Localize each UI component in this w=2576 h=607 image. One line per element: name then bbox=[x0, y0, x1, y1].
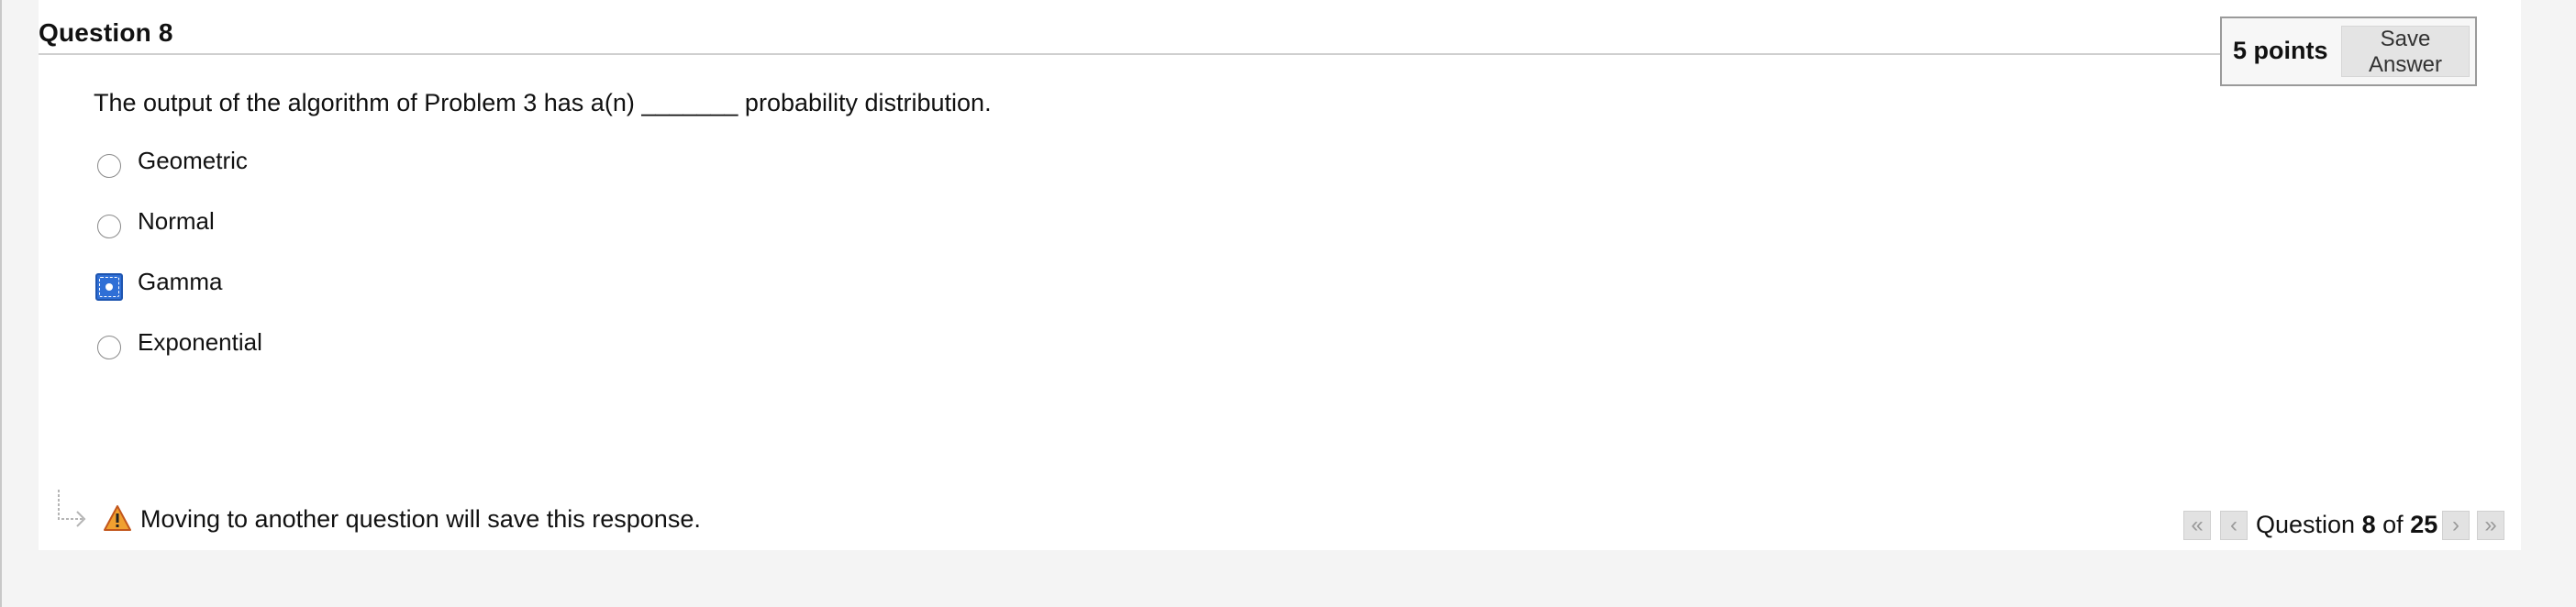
save-answer-button[interactable]: Save Answer bbox=[2341, 26, 2470, 77]
title-divider bbox=[39, 53, 2222, 55]
option-label[interactable]: Exponential bbox=[138, 328, 262, 357]
current-question-number: 8 bbox=[2361, 511, 2376, 538]
previous-question-button[interactable]: ‹ bbox=[2220, 511, 2248, 540]
radio-button[interactable] bbox=[97, 215, 121, 238]
question-title: Question 8 bbox=[39, 18, 173, 47]
question-text: The output of the algorithm of Problem 3… bbox=[94, 89, 992, 116]
total-questions: 25 bbox=[2410, 511, 2438, 538]
radio-button[interactable] bbox=[97, 154, 121, 178]
option-label[interactable]: Normal bbox=[138, 207, 215, 236]
counter-of: of bbox=[2382, 511, 2404, 538]
warning-icon bbox=[104, 505, 131, 531]
first-question-button[interactable]: « bbox=[2183, 511, 2211, 540]
double-chevron-left-icon: « bbox=[2191, 513, 2204, 537]
radio-button-selected[interactable] bbox=[95, 273, 123, 301]
points-box: 5 points Save Answer bbox=[2220, 17, 2477, 86]
radio-button[interactable] bbox=[97, 336, 121, 359]
option-label[interactable]: Gamma bbox=[138, 268, 222, 296]
option-label[interactable]: Geometric bbox=[138, 147, 248, 175]
turn-right-arrow-icon bbox=[58, 490, 86, 527]
next-question-button[interactable]: › bbox=[2442, 511, 2470, 540]
question-counter: Question 8 of 25 bbox=[2256, 511, 2437, 539]
chevron-right-icon: › bbox=[2452, 513, 2459, 537]
points-value: 5 points bbox=[2233, 37, 2328, 64]
question-panel bbox=[39, 0, 2521, 550]
page-left-border bbox=[0, 0, 2, 607]
counter-prefix: Question bbox=[2256, 511, 2356, 538]
save-warning-text: Moving to another question will save thi… bbox=[140, 505, 701, 533]
chevron-left-icon: ‹ bbox=[2230, 513, 2237, 537]
last-question-button[interactable]: » bbox=[2477, 511, 2504, 540]
double-chevron-right-icon: » bbox=[2484, 513, 2497, 537]
